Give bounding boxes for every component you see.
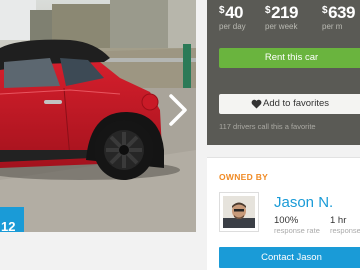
pricing-panel: $40 per day $219 per week $639 per m Ren… [207,0,360,145]
owned-by-heading: OWNED BY [219,172,269,182]
response-rate-value: 100% [274,215,299,226]
currency-symbol: $ [265,5,271,16]
favorites-label: Add to favorites [263,98,330,109]
owner-name-link[interactable]: Jason N. [274,194,333,211]
heart-icon [251,99,262,109]
chevron-right-icon [169,94,187,126]
response-rate-label: response rate [274,226,320,235]
response-time-label: response [330,226,360,235]
favorite-count-text: 117 drivers call this a favorite [219,122,316,131]
photo-counter: 12 [0,207,24,232]
contact-owner-button[interactable]: Contact Jason [219,247,360,268]
day-price: 40 [225,3,243,22]
price-per-day: $40 per day [219,3,246,31]
car-photo[interactable]: 12 [0,0,196,232]
currency-symbol: $ [219,5,225,16]
owner-panel: OWNED BY Jason N. 100% response rate 1 h… [207,157,360,270]
day-label: per day [219,22,246,31]
car-listing-page: 12 $40 per day $219 per week $639 per m … [0,0,360,270]
next-photo-button[interactable] [165,92,191,128]
price-per-month: $639 per m [322,3,355,31]
avatar-photo [223,196,255,228]
response-time-value: 1 hr [330,215,347,226]
price-per-week: $219 per week [265,3,298,31]
week-price: 219 [271,3,298,22]
month-price: 639 [328,3,355,22]
week-label: per week [265,22,298,31]
month-label: per m [322,22,343,31]
response-rate: 100% response rate [274,215,320,235]
rent-button[interactable]: Rent this car [219,48,360,68]
add-to-favorites-button[interactable]: Add to favorites [219,94,360,114]
response-time: 1 hr response [330,215,360,235]
owner-avatar[interactable] [219,192,259,232]
currency-symbol: $ [322,5,328,16]
